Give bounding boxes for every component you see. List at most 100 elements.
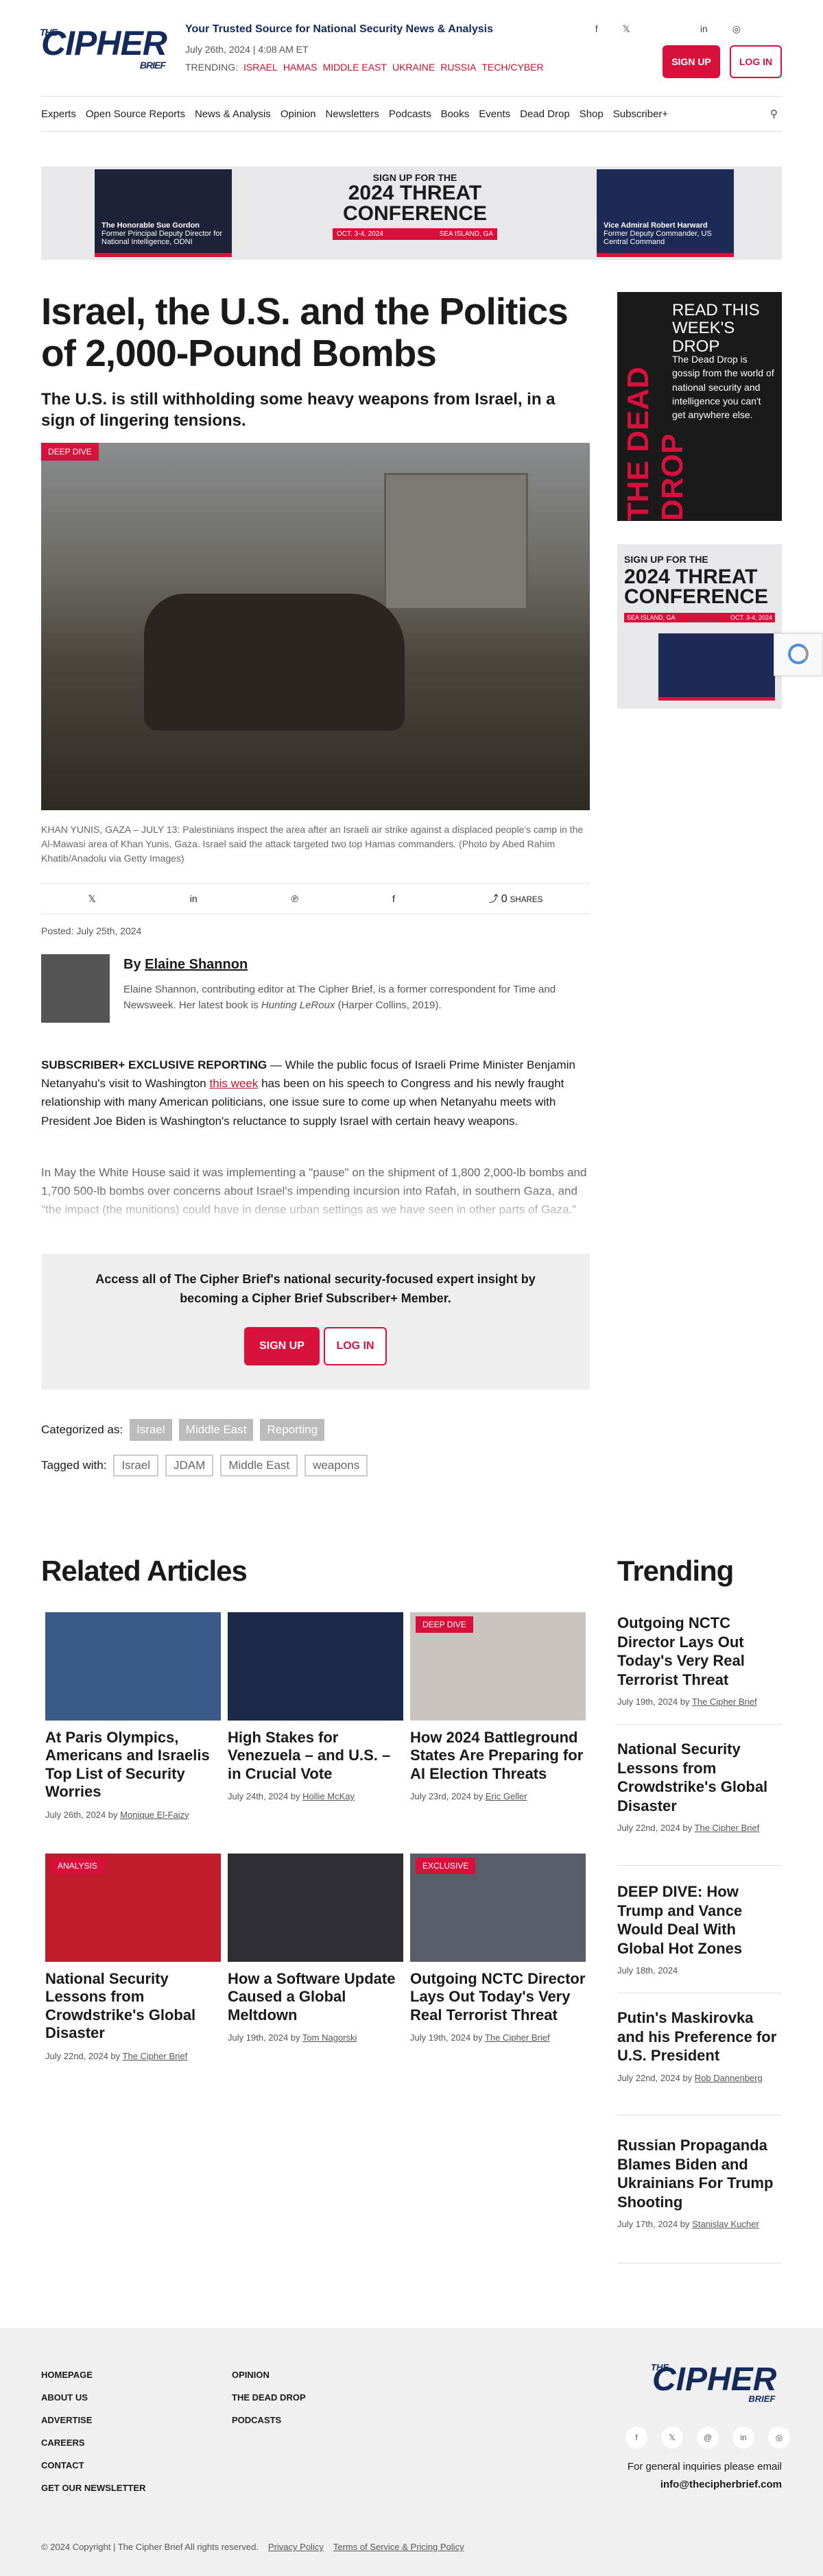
related-card[interactable]: At Paris Olympics, Americans and Israeli…	[45, 1612, 221, 1820]
threat-conference-banner[interactable]: The Honorable Sue Gordon Former Principal…	[41, 167, 782, 260]
instagram-icon[interactable]: ◎	[732, 23, 741, 35]
instagram-icon[interactable]: ◎	[768, 2427, 790, 2449]
paywall-signup-button[interactable]: SIGN UP	[244, 1327, 320, 1365]
footer-logo[interactable]: THE CIPHER BRIEF	[651, 2361, 776, 2404]
tag-link[interactable]: weapons	[305, 1455, 368, 1477]
pinterest-share-icon[interactable]: ℗	[291, 893, 298, 904]
header-login-button[interactable]: LOG IN	[730, 45, 782, 78]
categories: Categorized as: Israel Middle East Repor…	[41, 1419, 590, 1441]
footer-link[interactable]: ABOUT US	[41, 2386, 145, 2409]
author-link[interactable]: Elaine Shannon	[145, 957, 248, 972]
trending-bar: TRENDING: ISRAEL HAMAS MIDDLE EAST UKRAINE RU…	[185, 62, 544, 73]
twitter-icon[interactable]: 𝕏	[623, 23, 630, 35]
related-card[interactable]: DEEP DIVE How 2024 Battleground States A…	[410, 1612, 586, 1801]
privacy-link[interactable]: Privacy Policy	[268, 2542, 324, 2552]
linkedin-icon[interactable]: in	[732, 2427, 754, 2449]
nav-item-events[interactable]: Events	[479, 108, 510, 120]
nav-item-newsletters[interactable]: Newsletters	[326, 108, 379, 120]
tag-link[interactable]: JDAM	[165, 1455, 214, 1477]
tag-link[interactable]: Middle East	[220, 1455, 298, 1477]
hero-image: DEEP DIVE	[41, 443, 590, 810]
twitter-icon[interactable]: 𝕏	[661, 2427, 683, 2449]
contact-email[interactable]: info@thecipherbrief.com	[628, 2476, 782, 2494]
trending-item[interactable]: Putin's Maskirovka and his Preference fo…	[617, 2008, 782, 2115]
trending-link[interactable]: RUSSIA	[440, 62, 476, 73]
article-deck: The U.S. is still withholding some heavy…	[41, 390, 556, 430]
category-tag[interactable]: Israel	[130, 1419, 172, 1441]
related-heading: Related Articles	[41, 1555, 248, 1587]
trending-item[interactable]: Russian Propaganda Blames Biden and Ukra…	[617, 2136, 782, 2263]
dead-drop-logo: THE DEAD DROP	[621, 367, 689, 521]
speaker-photo: Vice Admiral Robert Harward Former Deputy…	[597, 169, 734, 257]
terms-link[interactable]: Terms of Service & Pricing Policy	[333, 2542, 464, 2552]
this-week-link[interactable]: this week	[209, 1077, 258, 1090]
trending-link[interactable]: HAMAS	[283, 62, 318, 73]
nav-item-news-analysis[interactable]: News & Analysis	[195, 108, 271, 120]
nav-item-dead-drop[interactable]: Dead Drop	[520, 108, 570, 120]
search-icon[interactable]: ⚲	[770, 108, 778, 120]
facebook-icon[interactable]: f	[625, 2427, 647, 2449]
nav-item-experts[interactable]: Experts	[41, 108, 76, 120]
footer-link[interactable]: ADVERTISE	[41, 2409, 145, 2431]
footer-contact: For general inquiries please email info@…	[628, 2458, 782, 2493]
category-tag[interactable]: Middle East	[178, 1419, 254, 1441]
footer-link[interactable]: HOMEPAGE	[41, 2364, 145, 2386]
current-date: July 26th, 2024 | 4:08 AM ET	[185, 44, 309, 55]
related-card[interactable]: How a Software Update Caused a Global Me…	[228, 1854, 403, 2043]
trending-item[interactable]: DEEP DIVE: How Trump and Vance Would Dea…	[617, 1882, 782, 1993]
threat-conference-ad[interactable]: SIGN UP FOR THE 2024 THREAT CONFERENCE S…	[617, 544, 782, 709]
footer-social: f 𝕏 @ in ◎	[625, 2427, 790, 2449]
header-signup-button[interactable]: SIGN UP	[663, 45, 720, 78]
site-logo[interactable]: THE CIPHER BRIEF	[40, 26, 167, 70]
footer-link[interactable]: CAREERS	[41, 2431, 145, 2454]
linkedin-share-icon[interactable]: in	[190, 893, 198, 904]
image-caption: KHAN YUNIS, GAZA – JULY 13: Palestinians…	[41, 824, 584, 864]
footer-links: OPINION THE DEAD DROP PODCASTS	[232, 2364, 306, 2431]
footer-link[interactable]: GET OUR NEWSLETTER	[41, 2477, 145, 2499]
tag-link[interactable]: Israel	[113, 1455, 159, 1477]
related-card[interactable]: High Stakes for Venezuela – and U.S. – i…	[228, 1612, 403, 1801]
trending-link[interactable]: MIDDLE EAST	[323, 62, 387, 73]
nav-item-books[interactable]: Books	[441, 108, 470, 120]
facebook-icon[interactable]: f	[595, 23, 598, 35]
nav-item-subscriber-plus[interactable]: Subscriber+	[613, 108, 668, 120]
footer-link[interactable]: PODCASTS	[232, 2409, 306, 2431]
trending-link[interactable]: UKRAINE	[392, 62, 435, 73]
related-card[interactable]: ANALYSIS National Security Lessons from …	[45, 1854, 221, 2061]
nav-item-podcasts[interactable]: Podcasts	[389, 108, 431, 120]
linkedin-icon[interactable]: in	[700, 23, 708, 35]
article-paragraph: SUBSCRIBER+ EXCLUSIVE REPORTING — While …	[41, 1058, 575, 1128]
card-image: ANALYSIS	[45, 1854, 221, 1962]
article-paragraph-faded: In May the White House said it was imple…	[41, 1163, 590, 1229]
facebook-share-icon[interactable]: f	[392, 893, 395, 904]
trending-link[interactable]: ISRAEL	[243, 62, 278, 73]
nav-item-opinion[interactable]: Opinion	[281, 108, 316, 120]
footer-link[interactable]: CONTACT	[41, 2454, 145, 2477]
footer-link[interactable]: OPINION	[232, 2364, 306, 2386]
footer-link[interactable]: THE DEAD DROP	[232, 2386, 306, 2409]
share-icon[interactable]: ⤴	[489, 893, 499, 904]
nav-item-shop[interactable]: Shop	[580, 108, 604, 120]
trending-item[interactable]: National Security Lessons from Crowdstri…	[617, 1740, 782, 1866]
recaptcha-badge[interactable]	[774, 633, 823, 676]
author-name: By Elaine Shannon	[123, 957, 248, 972]
share-count: ⤴ 0 SHARES	[488, 893, 543, 905]
deep-dive-badge: DEEP DIVE	[41, 443, 99, 461]
paywall-login-button[interactable]: LOG IN	[324, 1327, 387, 1365]
related-card[interactable]: EXCLUSIVE Outgoing NCTC Director Lays Ou…	[410, 1854, 586, 2043]
category-tag[interactable]: Reporting	[260, 1419, 325, 1441]
trending-link[interactable]: TECH/CYBER	[481, 62, 543, 73]
trending-item[interactable]: Outgoing NCTC Director Lays Out Today's …	[617, 1614, 782, 1725]
threads-icon[interactable]: @	[697, 2427, 719, 2449]
card-image: EXCLUSIVE	[410, 1854, 586, 1962]
card-image	[45, 1612, 221, 1721]
recaptcha-icon	[788, 644, 809, 664]
site-header: THE CIPHER BRIEF Your Trusted Source for…	[40, 21, 782, 80]
dead-drop-ad[interactable]: THE DEAD DROP READ THIS WEEK'S DROP The …	[617, 292, 782, 521]
twitter-share-icon[interactable]: 𝕏	[88, 893, 95, 905]
nav-item-open-source-reports[interactable]: Open Source Reports	[86, 108, 185, 120]
tags: Tagged with: Israel JDAM Middle East wea…	[41, 1455, 590, 1477]
main-nav: Experts Open Source Reports News & Analy…	[41, 96, 782, 132]
speaker-photo	[658, 633, 775, 701]
author-box: By Elaine Shannon Elaine Shannon, contri…	[41, 954, 590, 1028]
